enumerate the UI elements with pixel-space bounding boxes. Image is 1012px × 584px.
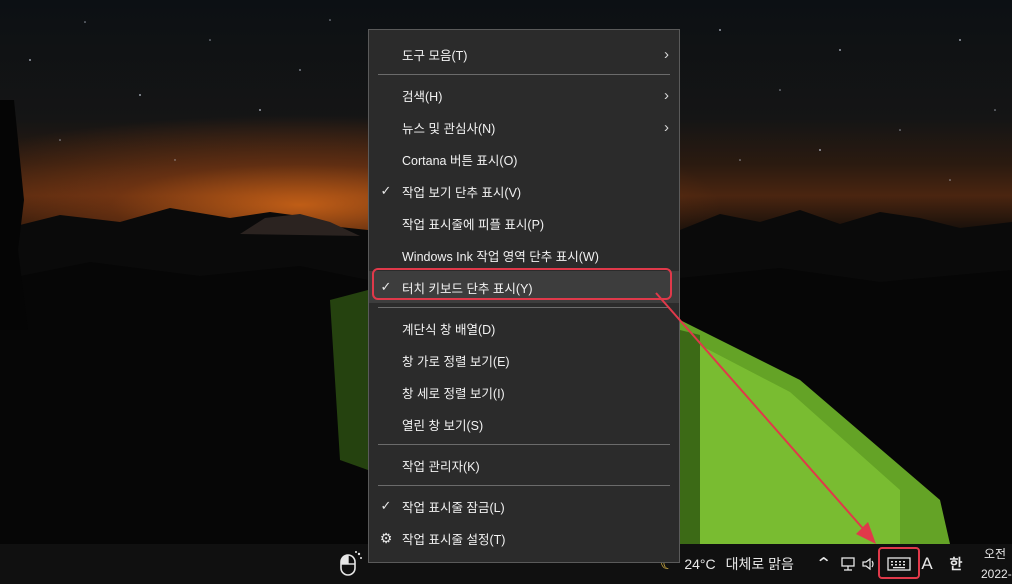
menu-item[interactable]: 작업 관리자(K) — [369, 449, 679, 481]
menu-item[interactable]: ✓ 작업 보기 단추 표시(V) — [369, 175, 679, 207]
menu-item[interactable]: 뉴스 및 관심사(N) › — [369, 111, 679, 143]
menu-item-label: 작업 표시줄 설정(T) — [402, 532, 506, 547]
menu-item[interactable]: 열린 창 보기(S) — [369, 408, 679, 440]
menu-item[interactable]: 계단식 창 배열(D) — [369, 312, 679, 344]
menu-item-label: 창 가로 정렬 보기(E) — [402, 354, 510, 369]
chevron-right-icon: › — [664, 86, 669, 104]
ime-language-indicator[interactable]: 한 — [946, 544, 966, 584]
ime-mode-indicator[interactable]: A — [918, 544, 936, 584]
checkmark-icon: ✓ — [380, 498, 392, 513]
menu-item-label: 창 세로 정렬 보기(I) — [402, 386, 505, 401]
menu-item-label: 뉴스 및 관심사(N) — [402, 121, 496, 136]
keyboard-icon — [887, 557, 911, 571]
menu-item[interactable]: 검색(H) › — [369, 79, 679, 111]
menu-separator — [378, 74, 670, 75]
clock[interactable]: 오전 2022- — [978, 544, 1012, 584]
clock-date: 2022- — [981, 567, 1012, 581]
touch-keyboard-button[interactable] — [882, 544, 916, 584]
menu-separator — [378, 444, 670, 445]
menu-item-label: 터치 키보드 단추 표시(Y) — [402, 281, 533, 296]
menu-separator — [378, 307, 670, 308]
chevron-right-icon: › — [664, 118, 669, 136]
menu-item-label: 계단식 창 배열(D) — [402, 322, 496, 337]
menu-item-label: 작업 보기 단추 표시(V) — [402, 185, 522, 200]
menu-item-label: 작업 표시줄에 피플 표시(P) — [402, 217, 545, 232]
menu-item-label: 작업 표시줄 잠금(L) — [402, 500, 505, 515]
menu-item[interactable]: 도구 모음(T) › — [369, 38, 679, 70]
menu-item[interactable]: Cortana 버튼 표시(O) — [369, 143, 679, 175]
speaker-icon — [862, 557, 874, 571]
menu-item[interactable]: ⚙ 작업 표시줄 설정(T) — [369, 522, 679, 554]
clock-period: 오전 — [984, 547, 1007, 561]
menu-item[interactable]: ✓ 작업 표시줄 잠금(L) — [369, 490, 679, 522]
network-icon — [841, 557, 855, 571]
taskbar-context-menu: 도구 모음(T) › 검색(H) › 뉴스 및 관심사(N) › Cortana 버튼 표시… — [368, 29, 680, 563]
show-hidden-icons-button[interactable]: ⌃ — [814, 544, 834, 584]
menu-item-label: 작업 관리자(K) — [402, 459, 480, 474]
menu-item-label: Windows Ink 작업 영역 단추 표시(W) — [402, 249, 599, 264]
menu-item[interactable]: Windows Ink 작업 영역 단추 표시(W) — [369, 239, 679, 271]
chevron-right-icon: › — [664, 45, 669, 63]
mouse-icon — [340, 551, 362, 576]
menu-item[interactable]: ✓ 터치 키보드 단추 표시(Y) — [369, 271, 679, 303]
network-button[interactable] — [838, 544, 860, 584]
menu-item-label: 도구 모음(T) — [402, 48, 468, 63]
gear-icon: ⚙ — [379, 529, 393, 546]
cortana-button[interactable] — [334, 544, 366, 584]
volume-button[interactable] — [860, 544, 880, 584]
weather-widget[interactable]: ☾ 24°C 대체로 맑음 — [660, 544, 808, 584]
menu-item[interactable]: 작업 표시줄에 피플 표시(P) — [369, 207, 679, 239]
checkmark-icon: ✓ — [380, 183, 392, 198]
weather-temperature: 24°C — [684, 556, 716, 572]
menu-item[interactable]: 창 세로 정렬 보기(I) — [369, 376, 679, 408]
menu-item[interactable]: 창 가로 정렬 보기(E) — [369, 344, 679, 376]
checkmark-icon: ✓ — [380, 279, 392, 294]
chevron-up-icon: ⌃ — [815, 556, 833, 573]
menu-item-label: 검색(H) — [402, 89, 443, 104]
menu-separator — [378, 485, 670, 486]
weather-description: 대체로 맑음 — [725, 556, 794, 572]
menu-item-label: Cortana 버튼 표시(O) — [402, 153, 518, 168]
menu-item-label: 열린 창 보기(S) — [402, 418, 484, 433]
